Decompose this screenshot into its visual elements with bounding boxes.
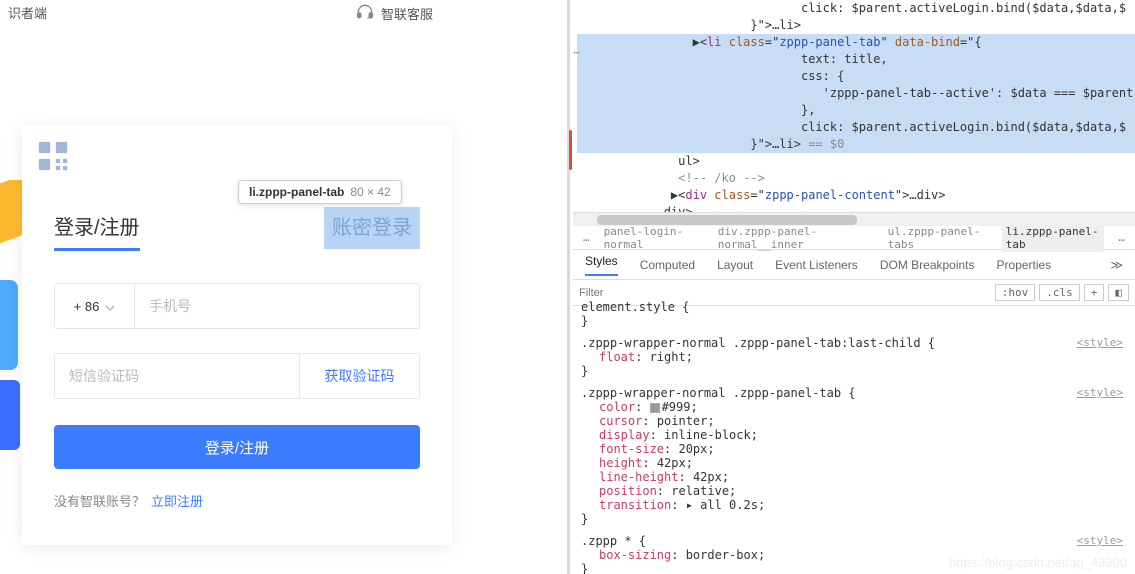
breadcrumb-item[interactable]: div.zppp-panel-normal__inner (718, 225, 874, 251)
headset-icon (355, 2, 375, 25)
css-declaration[interactable]: transition: ▸ all 0.2s; (581, 498, 1127, 512)
top-left-text: 识者端 (8, 3, 47, 22)
css-declaration[interactable]: font-size: 20px; (581, 442, 1127, 456)
subtab-styles[interactable]: Styles (585, 254, 618, 276)
top-bar: 识者端 (0, 0, 567, 24)
split-mark-icon (569, 130, 572, 170)
css-selector: element.style { (581, 300, 1127, 314)
elements-line[interactable]: click: $parent.activeLogin.bind($data,$d… (577, 119, 1135, 136)
register-footer: 没有智联账号？ 立即注册 (54, 491, 420, 510)
get-code-button[interactable]: 获取验证码 (299, 354, 419, 398)
collapsed-dots-icon: ⋯ (573, 46, 580, 59)
country-code-select[interactable]: + 86 (55, 284, 135, 328)
country-code: + 86 (74, 299, 100, 314)
sms-code-input[interactable] (55, 354, 299, 398)
elements-line[interactable]: }, (577, 102, 1135, 119)
login-panel: li.zppp-panel-tab 80 × 42 登录/注册 账密登录 + 86… (22, 125, 452, 545)
sms-row: 获取验证码 (54, 353, 420, 399)
login-tabs: 登录/注册 账密登录 (54, 207, 420, 249)
breadcrumb-item[interactable]: ul.zppp-panel-tabs (888, 225, 988, 251)
chevron-down-icon (105, 299, 115, 314)
elements-line[interactable]: ▶<li class="zppp-panel-tab" data-bind="{ (577, 34, 1135, 51)
tooltip-dimensions: 80 × 42 (350, 185, 390, 199)
horizontal-scrollbar[interactable] (573, 212, 1135, 226)
css-declaration[interactable]: position: relative; (581, 484, 1127, 498)
devtools-pane: ⋯ click: $parent.activeLogin.bind($data,… (573, 0, 1135, 574)
phone-row: + 86 (54, 283, 420, 329)
customer-service[interactable]: 智联客服 (355, 2, 433, 25)
source-link[interactable]: <style> (1077, 336, 1123, 349)
elements-line[interactable]: 'zppp-panel-tab--active': $data === $par… (577, 85, 1135, 102)
register-link[interactable]: 立即注册 (151, 494, 203, 509)
breadcrumb-item[interactable]: panel-login-normal (604, 225, 704, 251)
styles-rules[interactable]: element.style {}<style>.zppp-wrapper-nor… (573, 296, 1135, 574)
elements-line[interactable]: text: title, (577, 51, 1135, 68)
css-rule[interactable]: <style>.zppp-wrapper-normal .zppp-panel-… (581, 386, 1127, 526)
watermark: https://blog.csdn.net/qq_43300 (949, 555, 1127, 570)
subtab-computed[interactable]: Computed (640, 258, 695, 272)
css-selector: .zppp-wrapper-normal .zppp-panel-tab:las… (581, 336, 1127, 350)
more-tabs-icon[interactable]: ≫ (1110, 258, 1123, 272)
breadcrumb-item[interactable]: … (1118, 231, 1125, 244)
elements-line[interactable]: ul> (577, 153, 1135, 170)
subtab-layout[interactable]: Layout (717, 258, 753, 272)
elements-line[interactable]: <!-- /ko --> (577, 170, 1135, 187)
source-link[interactable]: <style> (1077, 386, 1123, 399)
rule-close: } (581, 364, 1127, 378)
subtab-event-listeners[interactable]: Event Listeners (775, 258, 858, 272)
breadcrumb[interactable]: … panel-login-normal div.zppp-panel-normal… (573, 226, 1135, 250)
customer-service-label: 智联客服 (381, 4, 433, 23)
inspect-tooltip: li.zppp-panel-tab 80 × 42 (238, 180, 402, 204)
elements-tree[interactable]: ⋯ click: $parent.activeLogin.bind($data,… (573, 0, 1135, 212)
css-selector: .zppp-wrapper-normal .zppp-panel-tab { (581, 386, 1127, 400)
css-declaration[interactable]: display: inline-block; (581, 428, 1127, 442)
css-declaration[interactable]: color: #999; (581, 400, 1127, 414)
elements-line[interactable]: click: $parent.activeLogin.bind($data,$d… (577, 0, 1135, 17)
qrcode-login-icon[interactable] (36, 139, 70, 176)
elements-line[interactable]: css: { (577, 68, 1135, 85)
phone-input[interactable] (135, 284, 419, 328)
decorative-ribbon (0, 180, 22, 500)
page-left: 识者端 智联客服 li.zppp-panel-tab 80 × 42 登录/注册 … (0, 0, 570, 574)
css-declaration[interactable]: line-height: 42px; (581, 470, 1127, 484)
tooltip-selector: li.zppp-panel-tab (249, 185, 344, 199)
tab-password-login[interactable]: 账密登录 (324, 207, 420, 249)
subtab-dom-breakpoints[interactable]: DOM Breakpoints (880, 258, 975, 272)
elements-line[interactable]: }">…li> (577, 17, 1135, 34)
breadcrumb-item[interactable]: li.zppp-panel-tab (1002, 224, 1105, 252)
rule-close: } (581, 512, 1127, 526)
tab-sms-login[interactable]: 登录/注册 (54, 207, 140, 249)
css-declaration[interactable]: float: right; (581, 350, 1127, 364)
css-rule[interactable]: <style>.zppp-wrapper-normal .zppp-panel-… (581, 336, 1127, 378)
breadcrumb-item[interactable]: … (583, 231, 590, 244)
css-selector: .zppp * { (581, 534, 1127, 548)
elements-line[interactable]: div> (577, 204, 1135, 212)
elements-line[interactable]: ▶<div class="zppp-panel-content">…div> (577, 187, 1135, 204)
login-form: + 86 获取验证码 登录/注册 没有智联账号？ 立即注册 (54, 283, 420, 510)
css-declaration[interactable]: height: 42px; (581, 456, 1127, 470)
subtab-properties[interactable]: Properties (997, 258, 1052, 272)
footer-question: 没有智联账号？ (54, 494, 145, 509)
css-declaration[interactable]: cursor: pointer; (581, 414, 1127, 428)
source-link[interactable]: <style> (1077, 534, 1123, 547)
css-rule[interactable]: element.style {} (581, 300, 1127, 328)
styles-subtabs: Styles Computed Layout Event Listeners DOM B… (573, 250, 1135, 280)
rule-close: } (581, 314, 1127, 328)
elements-line[interactable]: }">…li> == $0 (577, 136, 1135, 153)
submit-button[interactable]: 登录/注册 (54, 425, 420, 469)
